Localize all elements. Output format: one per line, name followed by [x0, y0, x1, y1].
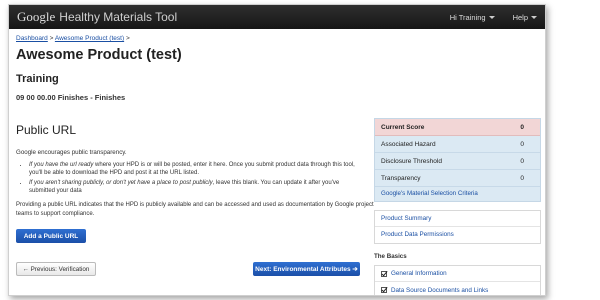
- material-criteria-link[interactable]: Google's Material Selection Criteria: [375, 187, 540, 201]
- score-value: 0: [520, 140, 524, 148]
- breadcrumb-separator: >: [49, 35, 54, 42]
- checkbox-checked-icon: [381, 287, 387, 293]
- product-summary-link[interactable]: Product Summary: [375, 211, 540, 227]
- score-label: Current Score: [381, 123, 425, 131]
- help-menu[interactable]: Help: [513, 13, 537, 22]
- basics-panel: General Information Data Source Document…: [374, 265, 541, 295]
- public-url-heading: Public URL: [16, 123, 77, 137]
- chevron-down-icon: [531, 15, 537, 19]
- product-links-panel: Product Summary Product Data Permissions: [374, 210, 541, 244]
- score-panel: Current Score 0 Associated Hazard 0 Disc…: [374, 118, 541, 202]
- score-label: Associated Hazard: [381, 140, 436, 148]
- breadcrumb-dashboard[interactable]: Dashboard: [16, 35, 48, 42]
- brand-logo[interactable]: Google Healthy Materials Tool: [17, 9, 177, 25]
- help-menu-label: Help: [512, 12, 528, 22]
- product-classification: 09 00 00.00 Finishes - Finishes: [16, 93, 126, 102]
- score-value: 0: [520, 123, 524, 131]
- public-url-note: Providing a public URL indicates that th…: [16, 202, 374, 217]
- score-label: Disclosure Threshold: [381, 157, 442, 165]
- bullet-emphasis: If you aren't sharing publicly, or don't…: [29, 179, 213, 186]
- score-row-transparency: Transparency 0: [375, 170, 540, 187]
- nav-menu: Hi Training Help: [450, 13, 537, 22]
- data-source-documents-link[interactable]: Data Source Documents and Links: [375, 282, 540, 295]
- checkbox-checked-icon: [381, 270, 387, 277]
- user-menu[interactable]: Hi Training: [450, 13, 495, 22]
- score-row-current: Current Score 0: [375, 119, 540, 136]
- add-public-url-button[interactable]: Add a Public URL: [16, 229, 86, 243]
- user-menu-label: Hi Training: [449, 12, 486, 22]
- brand-name: Google: [17, 9, 56, 24]
- basics-item-label: General Information: [391, 270, 447, 277]
- app-title: Healthy Materials Tool: [59, 10, 178, 24]
- breadcrumb-separator: >: [125, 35, 130, 42]
- score-value: 0: [520, 174, 524, 182]
- sidebar: Current Score 0 Associated Hazard 0 Disc…: [374, 118, 541, 295]
- public-url-intro: Google encourages public transparency.: [16, 149, 127, 156]
- instructions-list: If you have the url ready where your HPD…: [23, 161, 363, 197]
- bullet-emphasis: If you have the url ready: [29, 162, 94, 168]
- next-button[interactable]: Next: Environmental Attributes ➔: [253, 262, 360, 276]
- top-navbar: Google Healthy Materials Tool Hi Trainin…: [9, 5, 545, 29]
- list-item: If you aren't sharing publicly, or don't…: [29, 179, 363, 196]
- product-data-permissions-link[interactable]: Product Data Permissions: [375, 227, 540, 243]
- general-information-link[interactable]: General Information: [375, 266, 540, 282]
- breadcrumb: Dashboard > Awesome Product (test) >: [16, 35, 130, 42]
- score-row-disclosure: Disclosure Threshold 0: [375, 153, 540, 170]
- basics-item-label: Data Source Documents and Links: [391, 286, 489, 294]
- page-title: Awesome Product (test): [16, 47, 182, 63]
- app-window: Google Healthy Materials Tool Hi Trainin…: [8, 4, 546, 296]
- section-title: Training: [16, 73, 59, 85]
- breadcrumb-product[interactable]: Awesome Product (test): [55, 35, 124, 42]
- basics-heading: The Basics: [374, 253, 407, 260]
- previous-button[interactable]: ← Previous: Verification: [16, 262, 96, 276]
- chevron-down-icon: [488, 15, 495, 19]
- score-value: 0: [520, 157, 524, 165]
- score-label: Transparency: [381, 174, 421, 182]
- list-item: If you have the url ready where your HPD…: [29, 161, 363, 178]
- score-row-hazard: Associated Hazard 0: [375, 136, 540, 153]
